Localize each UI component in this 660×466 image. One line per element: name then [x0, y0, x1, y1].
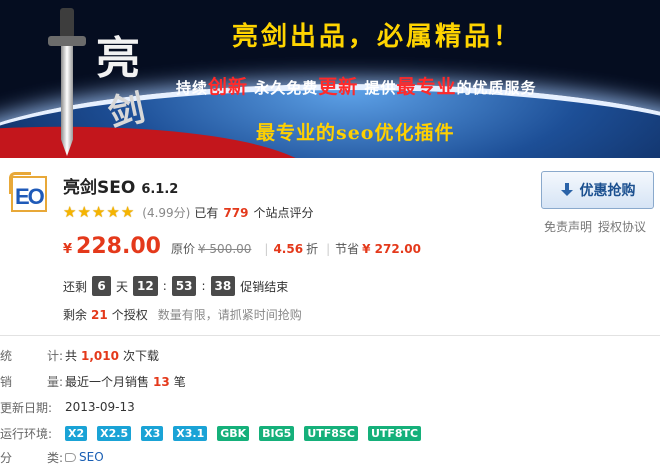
- env-tag[interactable]: X3.1: [173, 425, 208, 441]
- stats-prefix: 共: [65, 348, 78, 363]
- countdown-seconds: 38: [210, 276, 236, 296]
- stats-suffix: 次下载: [122, 348, 159, 363]
- update-date-value: 2013-09-13: [65, 400, 135, 414]
- save-label: 节省: [335, 242, 360, 256]
- sales-suffix: 笔: [173, 374, 186, 389]
- price-currency: ¥: [63, 242, 73, 257]
- star-icon: ★: [63, 203, 77, 221]
- countdown-prefix: 还剩: [63, 279, 88, 294]
- product-title: 亮剑SEO 6.1.2: [63, 173, 178, 198]
- divider: |: [264, 242, 269, 256]
- discount-value: 4.56: [273, 242, 304, 256]
- rating-prefix: 已有: [194, 206, 219, 220]
- slogan-part: 的优质服务: [456, 79, 537, 97]
- update-date-label: 更新日期:: [0, 400, 53, 415]
- slogan-highlight: 更新: [318, 76, 359, 98]
- logo-text: EO: [15, 184, 45, 209]
- download-count: 1,010: [81, 348, 119, 363]
- remaining-suffix: 个授权: [111, 308, 148, 322]
- star-icon: ★: [106, 203, 120, 221]
- divider: |: [326, 242, 331, 256]
- rating-count: 779: [223, 205, 249, 220]
- product-logo: EO: [9, 172, 55, 218]
- calligraphy-top: 亮: [96, 33, 140, 84]
- promo-countdown: 还剩 6 天 12 : 53 : 38 促销结束: [63, 276, 288, 296]
- remaining-prefix: 剩余: [63, 308, 88, 322]
- remaining-licenses: 剩余 21 个授权 数量有限，请抓紧时间抢购: [63, 306, 302, 323]
- legal-links: 免责声明 授权协议: [544, 218, 652, 235]
- sales-prefix: 最近一个月销售: [65, 374, 150, 389]
- sales-label: 销量:: [0, 374, 63, 389]
- license-agreement-link[interactable]: 授权协议: [598, 220, 646, 234]
- star-icon: ★: [120, 203, 135, 221]
- env-tag[interactable]: X2.5: [97, 425, 132, 441]
- rating-score: (4.99分): [142, 206, 191, 220]
- sales-row: 销量: 最近一个月销售 13 笔: [0, 372, 186, 390]
- buy-button-label: 优惠抢购: [579, 183, 636, 199]
- slogan-highlight: 最专业: [396, 76, 457, 98]
- slogan-part: 永久免费: [248, 79, 319, 97]
- product-panel: EO 亮剑SEO 6.1.2 ★ ★ ★ ★ ★ (4.99分) 已有 779 个…: [0, 158, 660, 336]
- env-tag[interactable]: X2: [65, 425, 88, 441]
- environment-row: 运行环境: X2 X2.5 X3 X3.1 GBK BIG5 UTF8SC UT…: [0, 424, 422, 442]
- star-icon: ★: [77, 203, 91, 221]
- buy-now-button[interactable]: 优惠抢购: [541, 171, 654, 209]
- countdown-hours: 12: [133, 276, 158, 296]
- environment-label: 运行环境:: [0, 426, 53, 441]
- remaining-count: 21: [91, 308, 108, 322]
- countdown-sep: :: [162, 279, 167, 293]
- env-tag[interactable]: UTF8TC: [367, 425, 422, 441]
- banner-slogan-main: 亮剑出品，必属精品！: [232, 22, 523, 52]
- original-price-label: 原价: [170, 242, 195, 256]
- discount-unit: 折: [306, 242, 319, 256]
- download-stats-row: 统计: 共 1,010 次下载: [0, 346, 159, 364]
- countdown-minutes: 53: [171, 276, 197, 296]
- slogan-highlight: 创新: [208, 76, 249, 98]
- stats-label: 统计:: [0, 348, 63, 363]
- slogan-part: 提供: [358, 79, 397, 97]
- category-link[interactable]: SEO: [65, 450, 104, 464]
- disclaimer-link[interactable]: 免责声明: [544, 220, 592, 234]
- promo-banner: 亮 剑 亮剑出品，必属精品！ 持续创新 永久免费更新 提供最专业的优质服务 最专…: [0, 0, 660, 158]
- rating-suffix: 个站点评分: [253, 206, 314, 220]
- sword-icon: [48, 8, 88, 156]
- env-tag[interactable]: BIG5: [259, 425, 295, 441]
- original-price: ¥ 500.00: [197, 242, 252, 256]
- save-amount: ¥ 272.00: [362, 242, 421, 256]
- environment-tags: X2 X2.5 X3 X3.1 GBK BIG5 UTF8SC UTF8TC: [65, 425, 422, 441]
- countdown-days-unit: 天: [116, 279, 129, 294]
- category-label: 分类:: [0, 450, 63, 465]
- env-tag[interactable]: X3: [141, 425, 164, 441]
- rating-row: ★ ★ ★ ★ ★ (4.99分) 已有 779 个站点评分: [63, 204, 313, 221]
- product-version: 6.1.2: [141, 182, 179, 197]
- env-tag[interactable]: UTF8SC: [304, 425, 358, 441]
- product-name: 亮剑SEO: [63, 178, 136, 198]
- env-tag[interactable]: GBK: [217, 425, 250, 441]
- sales-count: 13: [153, 374, 170, 389]
- banner-slogan-sub: 持续创新 永久免费更新 提供最专业的优质服务: [176, 72, 537, 99]
- countdown-sep: :: [201, 279, 206, 293]
- rating-stars: ★ ★ ★ ★ ★: [63, 205, 134, 220]
- banner-slogan-tagline: 最专业的seo优化插件: [256, 122, 455, 144]
- download-icon: [560, 183, 574, 197]
- star-icon: ★: [91, 203, 106, 221]
- countdown-suffix: 促销结束: [240, 279, 289, 294]
- category-row: 分类: SEO: [0, 448, 104, 466]
- slogan-part: 持续: [176, 79, 209, 97]
- price-row: ¥ 228.00 原价 ¥ 500.00 | 4.56 折 | 节省 ¥ 272…: [63, 234, 421, 259]
- remaining-note: 数量有限，请抓紧时间抢购: [157, 308, 302, 322]
- update-date-row: 更新日期: 2013-09-13: [0, 398, 135, 416]
- category-value: SEO: [79, 450, 104, 464]
- tag-icon: [65, 452, 76, 462]
- current-price: 228.00: [76, 234, 161, 259]
- countdown-days: 6: [92, 276, 112, 296]
